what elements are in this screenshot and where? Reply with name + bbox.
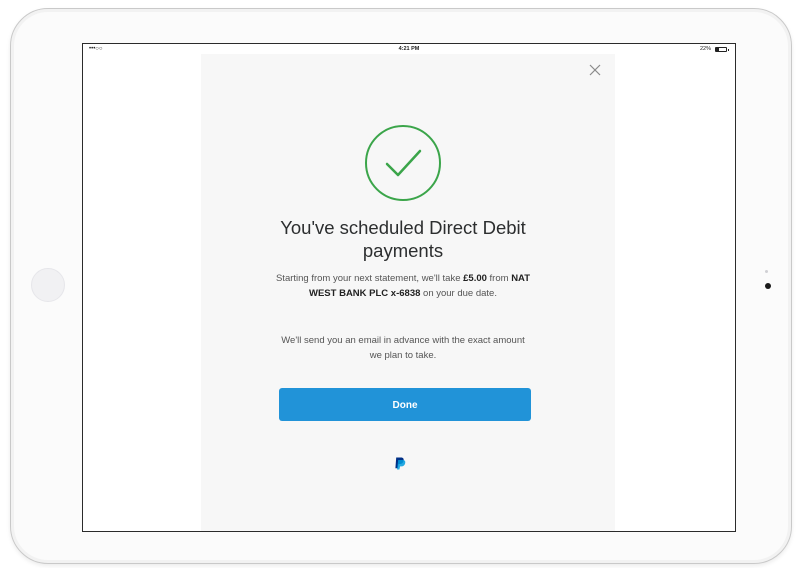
- done-button[interactable]: Done: [279, 388, 531, 421]
- battery-percent: 22%: [699, 46, 711, 52]
- confirmation-title: You've scheduled Direct Debit payments: [280, 217, 526, 261]
- home-button[interactable]: [31, 268, 65, 302]
- sensor: [765, 270, 768, 273]
- body-text-suffix: on your due date.: [420, 288, 497, 299]
- payment-details-text: Starting from your next statement, we'll…: [275, 271, 531, 301]
- status-bar: •••○○ 4:21 PM 22%: [83, 44, 735, 54]
- paypal-logo: [394, 457, 406, 470]
- close-icon[interactable]: [587, 62, 603, 78]
- camera: [765, 283, 771, 289]
- status-time: 4:21 PM: [398, 46, 420, 52]
- checkmark-circle-icon: [365, 125, 441, 201]
- battery-icon: [715, 46, 729, 52]
- body-text-prefix: Starting from your next statement, we'll…: [275, 273, 464, 284]
- screen: •••○○ 4:21 PM 22% You've scheduled Direc…: [82, 43, 736, 532]
- payment-amount: £5.00: [463, 273, 487, 284]
- body-text-mid: from: [486, 273, 512, 284]
- email-notice-text: We'll send you an email in advance with …: [281, 335, 525, 361]
